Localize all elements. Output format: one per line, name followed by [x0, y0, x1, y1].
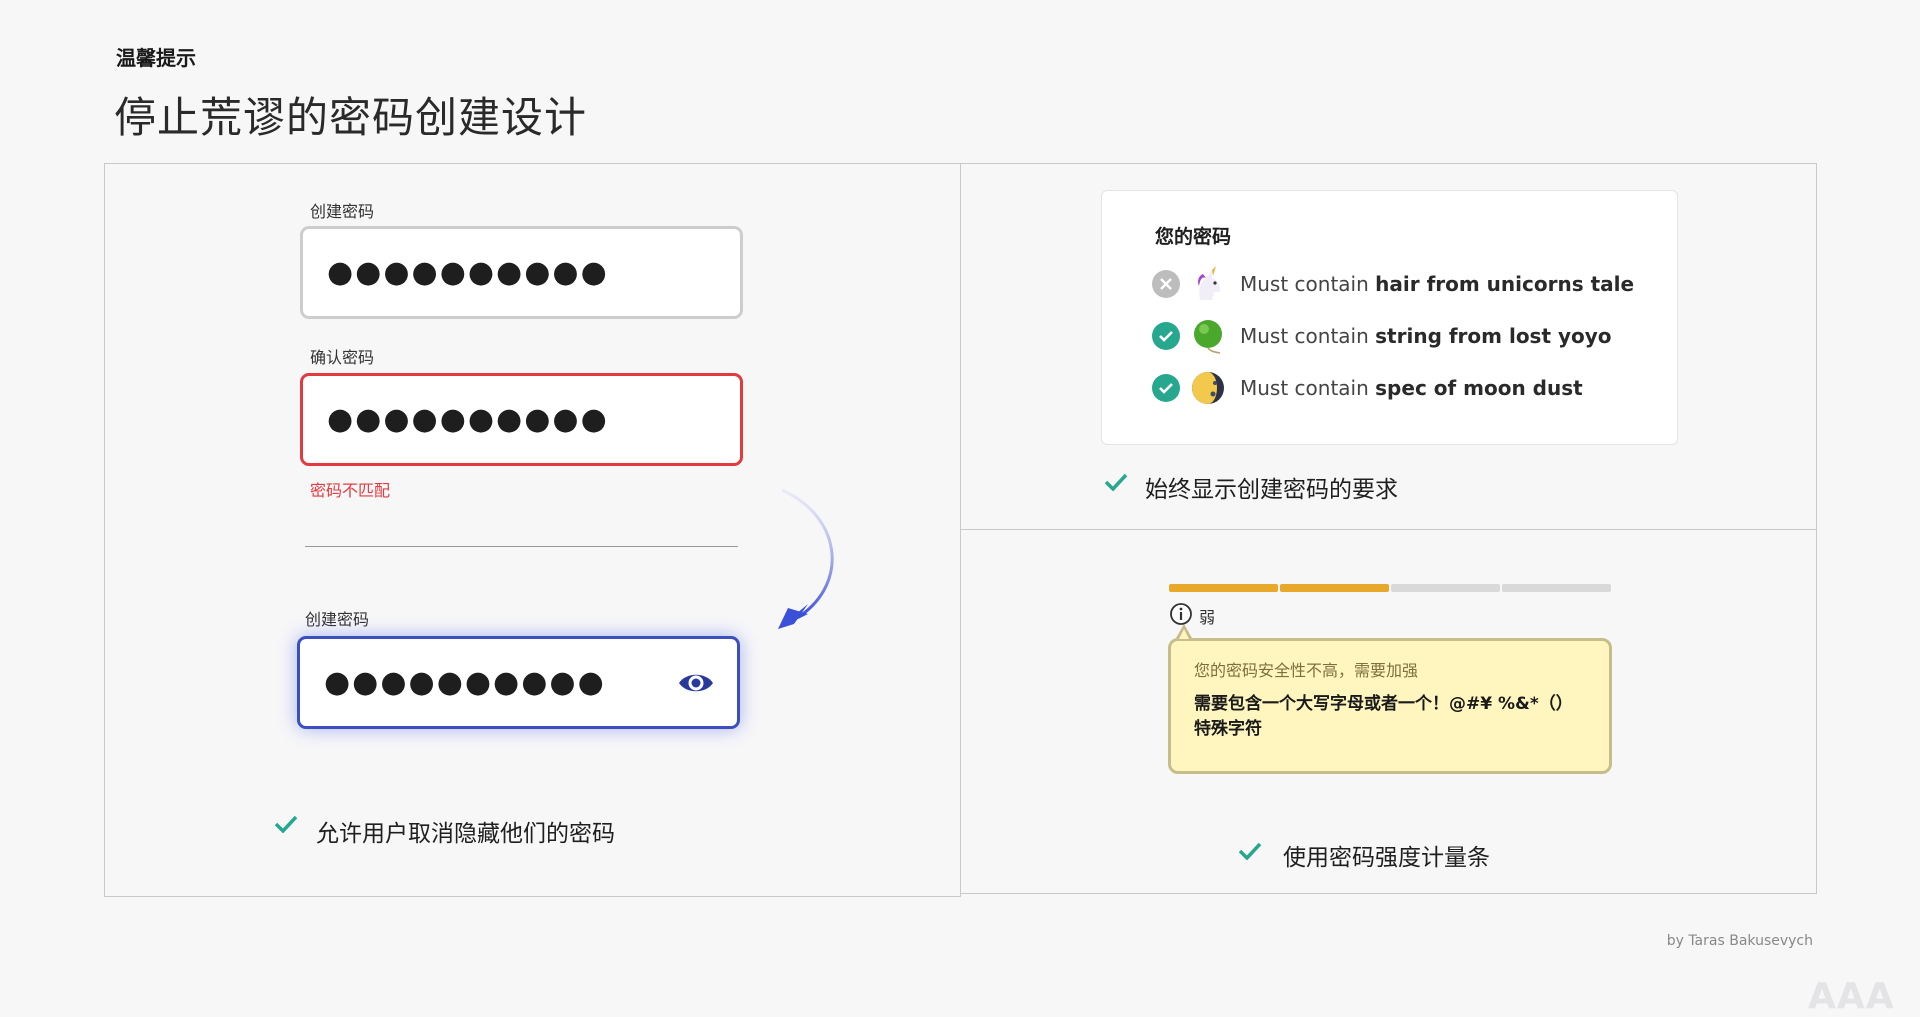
strength-meter-segment [1391, 584, 1500, 592]
strength-meter-segment [1169, 584, 1278, 592]
requirements-title: 您的密码 [1155, 226, 1232, 248]
yoyo-icon [1194, 320, 1222, 354]
section-divider [305, 546, 738, 547]
requirement-text: Must contain spec of moon dust [1240, 376, 1583, 400]
confirm-password-input[interactable]: ●●●●●●●●●● [300, 373, 743, 466]
author-credit: by Taras Bakusevych [1666, 933, 1813, 949]
confirm-password-label: 确认密码 [310, 348, 375, 367]
strength-meter-segment [1502, 584, 1611, 592]
requirement-row: Must contain string from lost yoyo [1152, 316, 1612, 356]
watermark-logo: AAA [1808, 976, 1895, 1017]
unicorn-icon [1198, 266, 1221, 300]
status-ok-icon [1152, 322, 1180, 350]
create-password-label-2: 创建密码 [305, 610, 370, 629]
caption-unhide: 允许用户取消隐藏他们的密码 [316, 821, 615, 847]
requirement-row: Must contain hair from unicorns tale [1152, 264, 1634, 304]
check-icon [1104, 473, 1128, 491]
password-mask: ●●●●●●●●●● [327, 401, 609, 437]
caption-strength-meter: 使用密码强度计量条 [1283, 845, 1490, 871]
reveal-password-input[interactable]: ●●●●●●●●●● [297, 636, 740, 729]
tooltip-pointer-fill [1179, 629, 1189, 639]
curved-arrow-icon [778, 488, 834, 629]
tooltip-heading: 您的密码安全性不高，需要加强 [1194, 661, 1419, 680]
password-mask: ●●●●●●●●●● [324, 664, 606, 700]
requirement-row: Must contain spec of moon dust [1152, 368, 1583, 408]
page-title: 停止荒谬的密码创建设计 [114, 93, 588, 142]
create-password-input[interactable]: ●●●●●●●●●● [300, 226, 743, 319]
strength-label: 弱 [1199, 608, 1216, 627]
strength-meter-segment [1280, 584, 1389, 592]
status-ok-icon [1152, 374, 1180, 402]
status-fail-icon [1152, 270, 1180, 298]
mismatch-error: 密码不匹配 [310, 481, 391, 500]
password-mask: ●●●●●●●●●● [327, 254, 609, 290]
create-password-label: 创建密码 [310, 202, 375, 221]
moon-icon [1192, 372, 1224, 404]
eyebrow: 温馨提示 [116, 46, 196, 70]
tooltip-body: 需要包含一个大写字母或者一个！@#¥ %&*（）特殊字符 [1194, 694, 1573, 739]
caption-requirements: 始终显示创建密码的要求 [1145, 477, 1398, 503]
eye-icon[interactable] [677, 670, 715, 696]
info-icon[interactable] [1169, 602, 1193, 626]
requirement-text: Must contain string from lost yoyo [1240, 324, 1612, 348]
check-icon [1238, 842, 1262, 860]
check-icon [274, 815, 298, 833]
requirement-text: Must contain hair from unicorns tale [1240, 272, 1635, 296]
